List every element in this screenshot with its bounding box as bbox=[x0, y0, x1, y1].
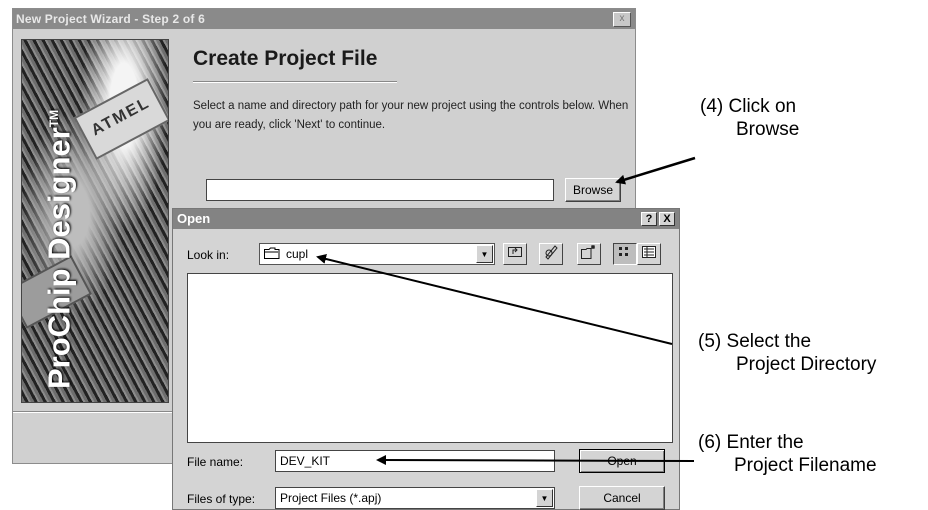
arrow-to-look-in bbox=[316, 254, 673, 345]
arrow-to-browse bbox=[615, 156, 696, 185]
arrow-to-file-name bbox=[376, 455, 695, 466]
callout-arrows bbox=[316, 156, 696, 466]
